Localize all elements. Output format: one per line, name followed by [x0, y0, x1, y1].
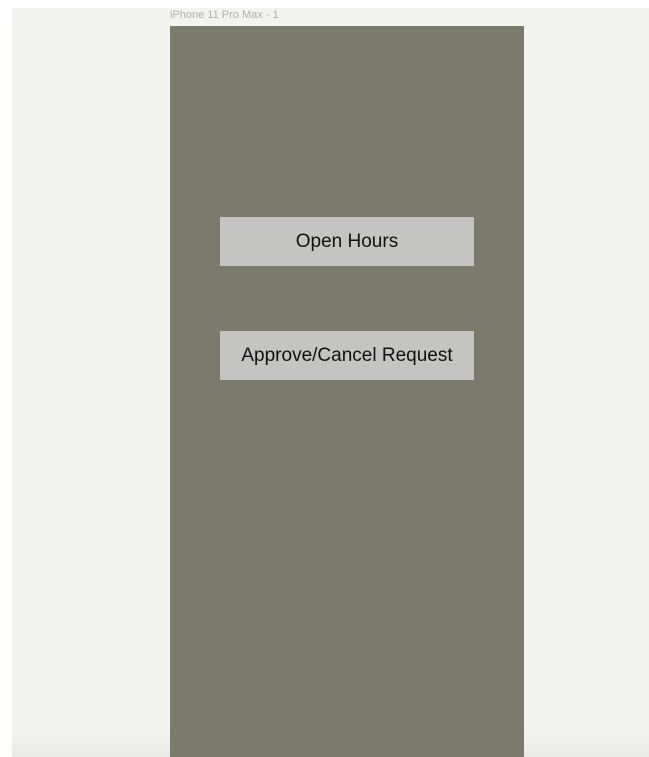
open-hours-button[interactable]: Open Hours	[220, 217, 474, 266]
iphone-artboard[interactable]: Open Hours Approve/Cancel Request	[170, 26, 524, 757]
approve-cancel-request-button[interactable]: Approve/Cancel Request	[220, 331, 474, 380]
artboard-frame-label[interactable]: iPhone 11 Pro Max - 1	[170, 9, 279, 21]
